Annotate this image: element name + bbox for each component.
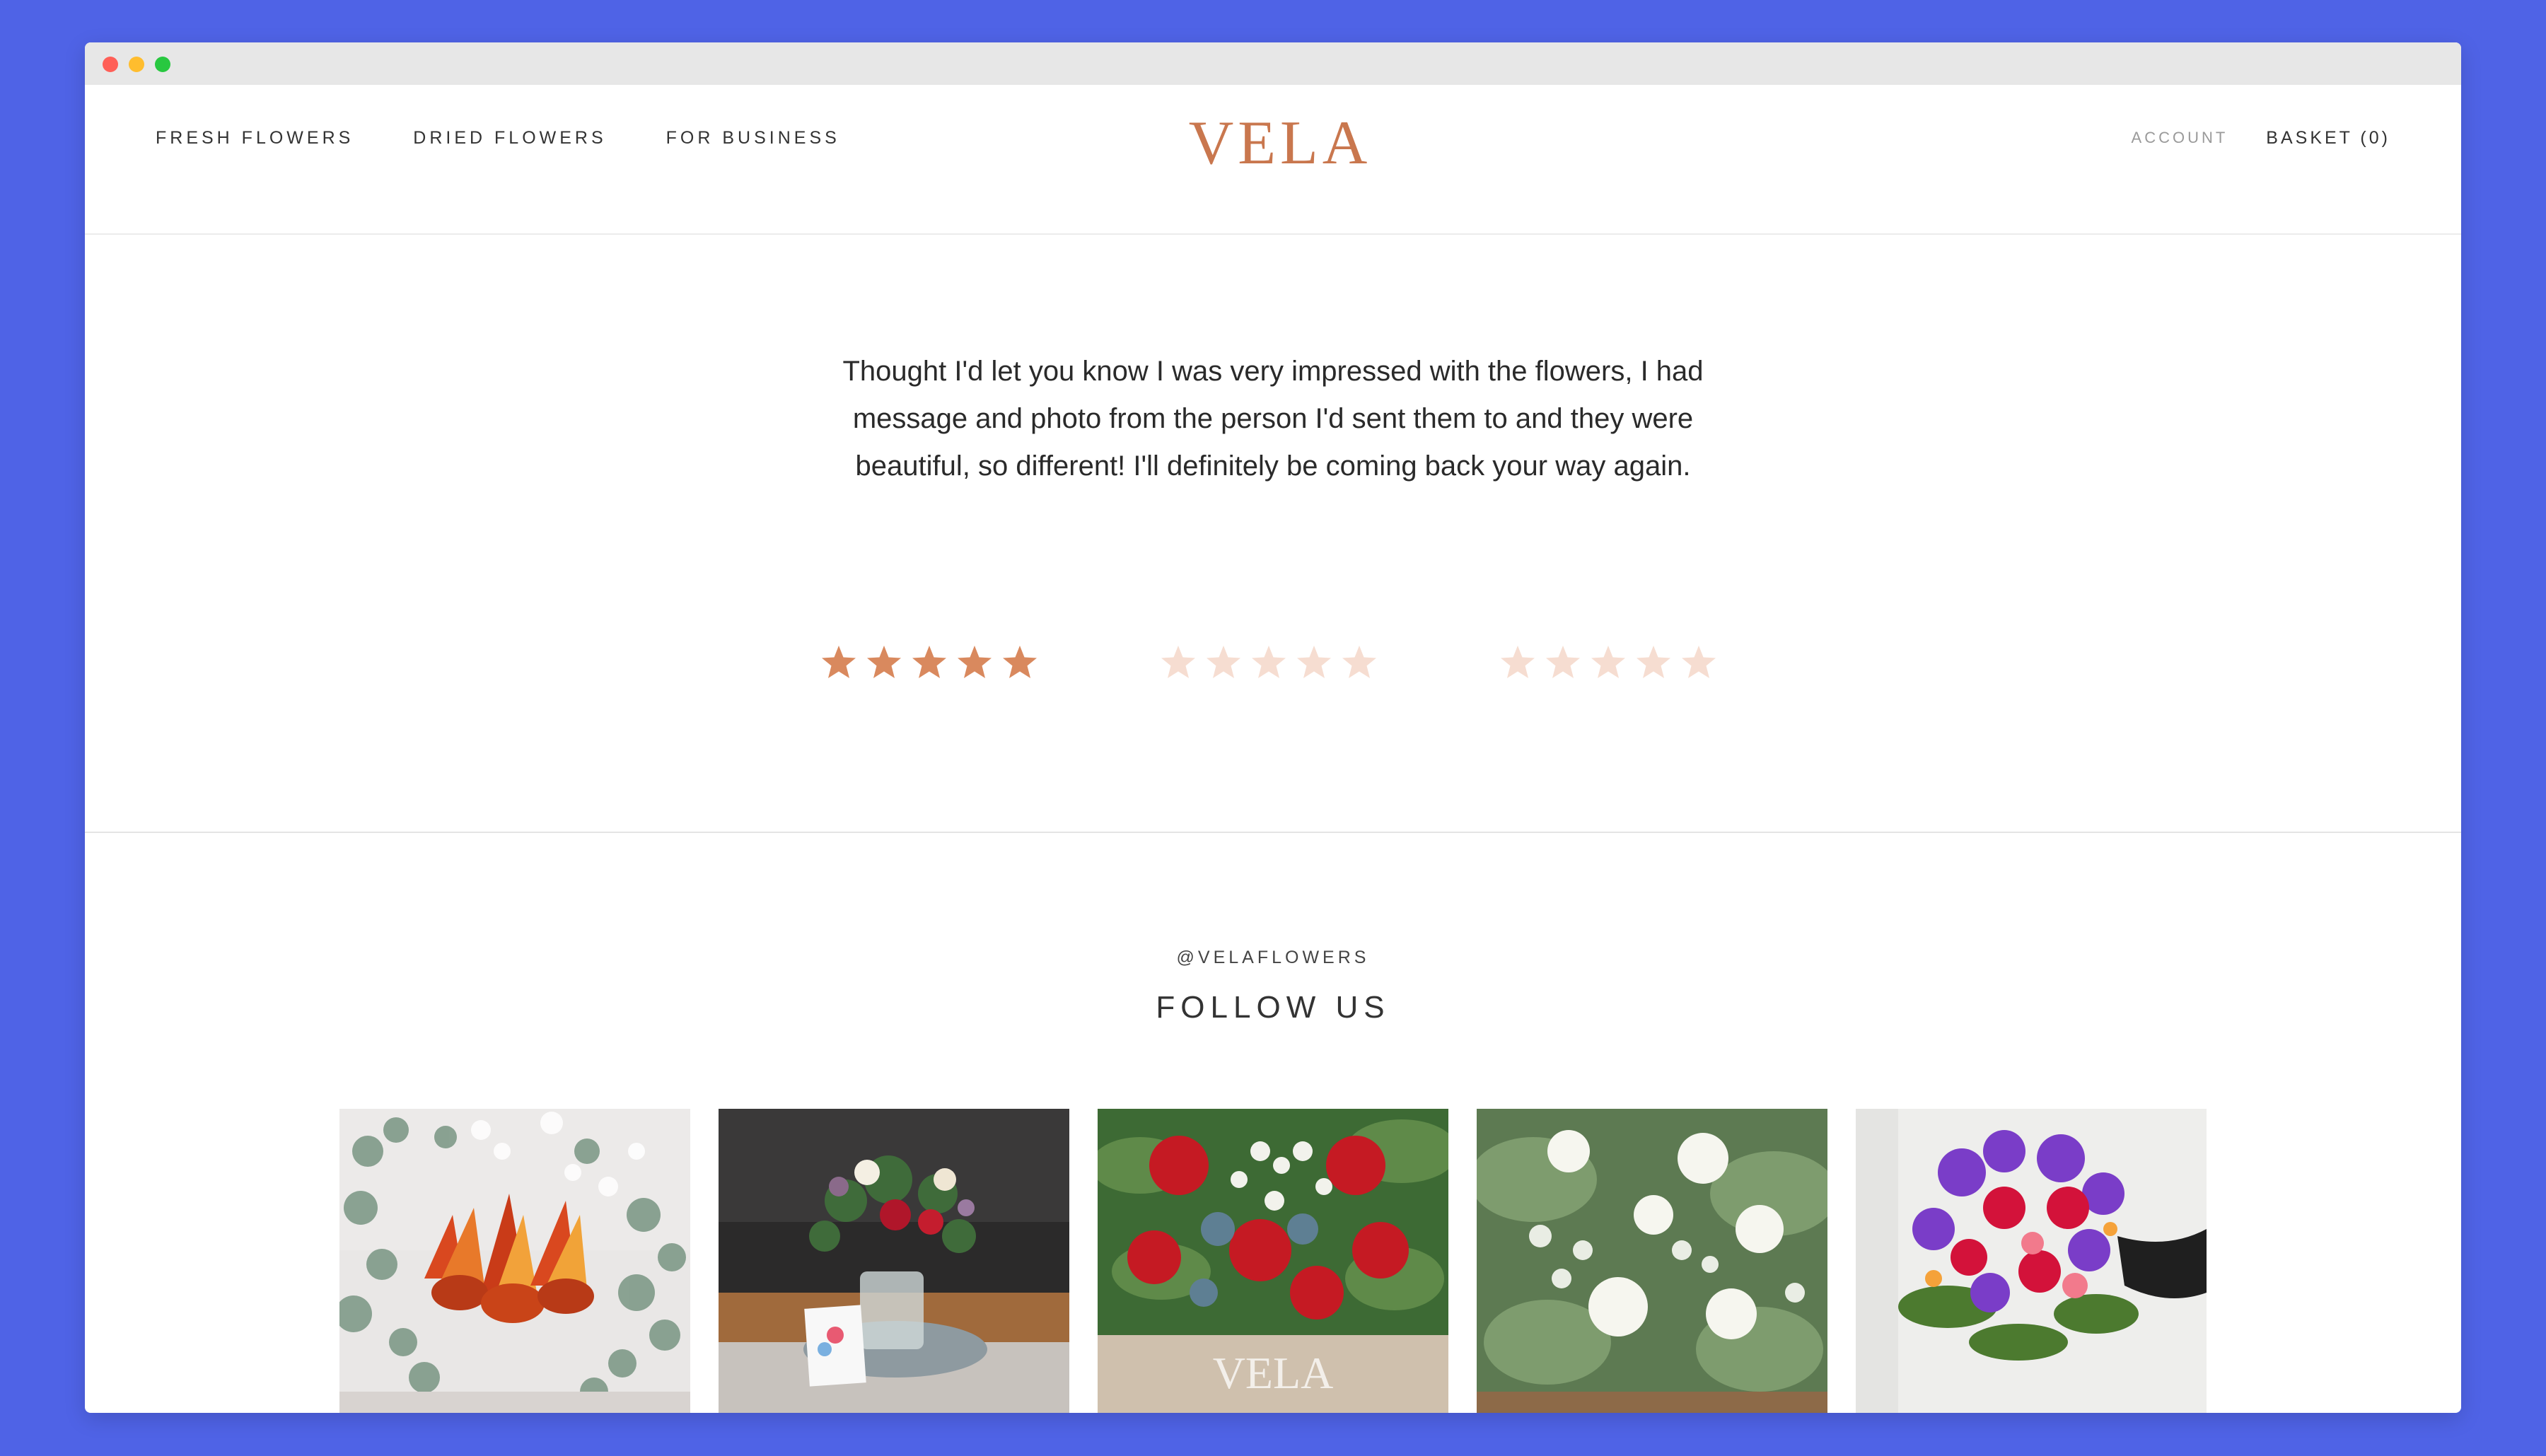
- close-window-button[interactable]: [103, 57, 118, 72]
- instagram-photo-white-roses[interactable]: [1477, 1109, 1827, 1413]
- instagram-section: @VELAFLOWERS FOLLOW US VELA: [85, 833, 2461, 1413]
- star-icon: [1591, 646, 1625, 678]
- star-icon: [822, 646, 856, 678]
- instagram-photo-rose-box[interactable]: VELA: [1098, 1109, 1448, 1413]
- star-icon: [1252, 646, 1286, 678]
- testimonial-pagination: [820, 638, 1726, 687]
- nav-fresh-flowers[interactable]: FRESH FLOWERS: [156, 128, 354, 148]
- follow-us-heading: FOLLOW US: [1156, 990, 1390, 1025]
- account-link[interactable]: ACCOUNT: [2132, 129, 2228, 147]
- instagram-photo-protea[interactable]: [339, 1109, 690, 1413]
- testimonial-dot-2[interactable]: [1160, 638, 1378, 687]
- browser-window: FRESH FLOWERS DRIED FLOWERS FOR BUSINESS…: [85, 42, 2461, 1413]
- star-icon: [1501, 646, 1535, 678]
- star-icon: [912, 646, 946, 678]
- minimize-window-button[interactable]: [129, 57, 144, 72]
- star-icon: [1207, 646, 1240, 678]
- instagram-photo-jar-bouquet[interactable]: [719, 1109, 1069, 1413]
- maximize-window-button[interactable]: [155, 57, 170, 72]
- basket-link[interactable]: BASKET (0): [2266, 128, 2390, 148]
- instagram-handle[interactable]: @VELAFLOWERS: [85, 948, 2461, 968]
- star-icon: [1546, 646, 1580, 678]
- testimonial-dot-1[interactable]: [820, 638, 1038, 687]
- star-icon: [1003, 646, 1037, 678]
- main-nav: FRESH FLOWERS DRIED FLOWERS FOR BUSINESS: [156, 85, 840, 191]
- browser-titlebar: [85, 42, 2461, 85]
- testimonial-quote: Thought I'd let you know I was very impr…: [842, 356, 1704, 482]
- star-icon: [1297, 646, 1331, 678]
- testimonial-dot-3[interactable]: [1499, 638, 1717, 687]
- svg-text:VELA: VELA: [1213, 1348, 1334, 1398]
- nav-dried-flowers[interactable]: DRIED FLOWERS: [413, 128, 606, 148]
- testimonial-section: Thought I'd let you know I was very impr…: [85, 235, 2461, 833]
- site-header: FRESH FLOWERS DRIED FLOWERS FOR BUSINESS…: [85, 85, 2461, 235]
- nav-for-business[interactable]: FOR BUSINESS: [666, 128, 840, 148]
- account-nav: ACCOUNT BASKET (0): [2132, 85, 2390, 191]
- vela-logo[interactable]: VELA: [1188, 107, 1372, 178]
- star-icon: [867, 646, 901, 678]
- star-icon: [1637, 646, 1670, 678]
- star-icon: [1682, 646, 1716, 678]
- star-icon: [958, 646, 992, 678]
- star-icon: [1342, 646, 1376, 678]
- star-icon: [1161, 646, 1195, 678]
- instagram-photo-purple-bouquet[interactable]: [1856, 1109, 2207, 1413]
